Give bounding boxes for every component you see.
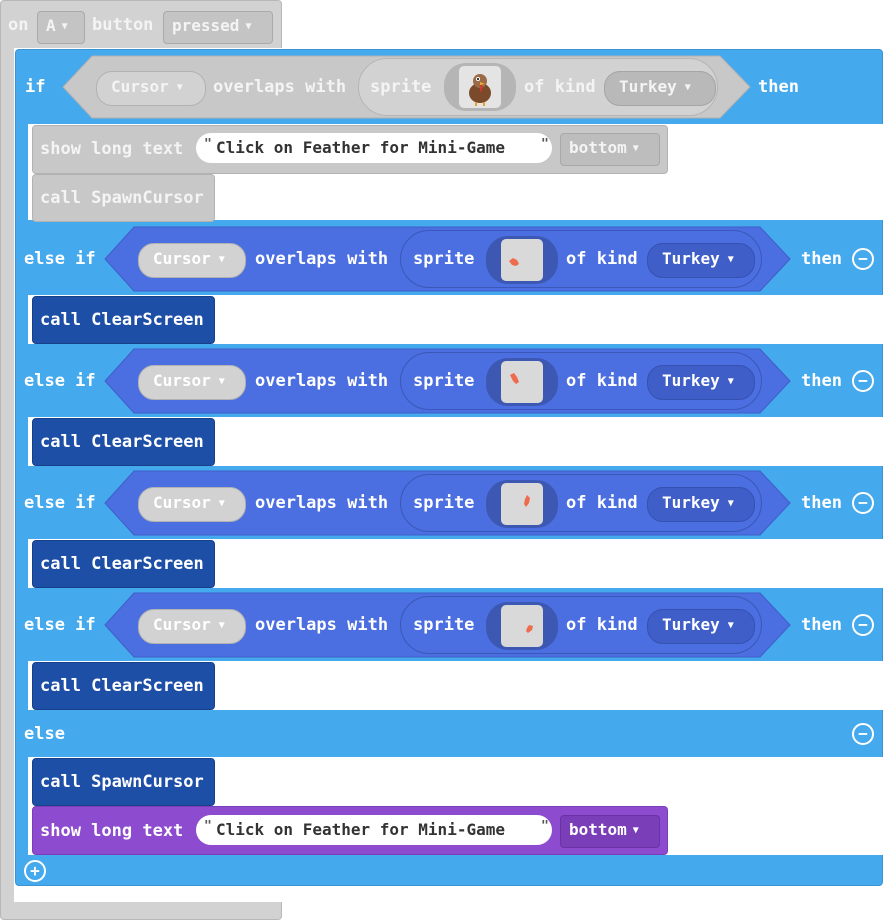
call-clear-screen-label: call ClearScreen (40, 554, 204, 574)
else-if-label: else if (24, 615, 96, 635)
show-long-text-value: Click on Feather for Mini-Game (216, 820, 505, 839)
if-then-label: then (758, 77, 799, 97)
action-dropdown-value: pressed (172, 16, 240, 35)
else-if-cursor-variable[interactable]: Cursor ▼ (138, 487, 246, 522)
else-if-kind-value: Turkey (662, 615, 720, 634)
chevron-down-icon: ▼ (176, 82, 183, 93)
else-if-kind-value: Turkey (662, 493, 720, 512)
disabled-position-dropdown[interactable]: bottom ▼ (560, 133, 660, 166)
else-if-kind-dropdown[interactable]: Turkey ▼ (647, 487, 755, 522)
else-if-of-kind-label: of kind (566, 493, 638, 513)
else-if-sprite-label: sprite (413, 249, 475, 269)
minus-circle-icon[interactable]: − (852, 723, 874, 745)
call-spawn-cursor-label: call SpawnCursor (40, 772, 204, 792)
show-long-text-string[interactable]: " Click on Feather for Mini-Game " (196, 815, 552, 845)
else-label: else (24, 724, 65, 744)
chevron-down-icon: ▼ (727, 376, 734, 387)
else-if-sprite-label: sprite (413, 371, 475, 391)
disabled-call-label: call SpawnCursor (40, 188, 204, 208)
minus-circle-icon[interactable]: − (852, 370, 874, 392)
else-if-of-kind-label: of kind (566, 371, 638, 391)
if-label: if (25, 77, 46, 97)
turkey-sprite-icon[interactable] (459, 66, 501, 108)
chevron-down-icon: ▼ (218, 498, 225, 509)
else-if-kind-dropdown[interactable]: Turkey ▼ (647, 609, 755, 644)
chevron-down-icon: ▼ (245, 21, 252, 32)
position-value: bottom (569, 820, 627, 839)
else-if-cursor-variable[interactable]: Cursor ▼ (138, 365, 246, 400)
button-dropdown[interactable]: A ▼ (37, 11, 85, 44)
if-kind-value: Turkey (619, 77, 677, 96)
if-kind-dropdown[interactable]: Turkey ▼ (604, 71, 716, 106)
chevron-down-icon: ▼ (632, 825, 639, 836)
else-if-cursor-name: Cursor (153, 493, 211, 512)
chevron-down-icon: ▼ (727, 498, 734, 509)
else-if-of-kind-label: of kind (566, 615, 638, 635)
disabled-show-text-value: Click on Feather for Mini-Game (216, 138, 505, 157)
disabled-show-text-label: show long text (40, 139, 184, 159)
else-if-sprite-label: sprite (413, 615, 475, 635)
else-if-of-kind-label: of kind (566, 249, 638, 269)
else-if-label: else if (24, 371, 96, 391)
action-dropdown[interactable]: pressed ▼ (163, 11, 273, 44)
if-sprite-label: sprite (370, 77, 432, 97)
button-dropdown-value: A (46, 16, 56, 35)
else-if-cursor-name: Cursor (153, 371, 211, 390)
chevron-down-icon: ▼ (727, 620, 734, 631)
else-if-sprite-label: sprite (413, 493, 475, 513)
else-if-overlaps-label: overlaps with (255, 615, 389, 635)
else-if-then-label: then (801, 249, 842, 269)
else-if-overlaps-label: overlaps with (255, 493, 389, 513)
event-button-label: button (92, 15, 154, 35)
if-cursor-name: Cursor (111, 77, 169, 96)
else-if-label: else if (24, 493, 96, 513)
else-if-then-label: then (801, 371, 842, 391)
else-if-cursor-variable[interactable]: Cursor ▼ (138, 609, 246, 644)
chevron-down-icon: ▼ (218, 620, 225, 631)
else-if-then-label: then (801, 493, 842, 513)
else-if-cursor-name: Cursor (153, 615, 211, 634)
chevron-down-icon: ▼ (632, 143, 639, 154)
else-if-kind-value: Turkey (662, 249, 720, 268)
chevron-down-icon: ▼ (727, 254, 734, 265)
chevron-down-icon: ▼ (684, 82, 691, 93)
disabled-show-text-string[interactable]: " Click on Feather for Mini-Game " (196, 133, 552, 163)
else-if-kind-dropdown[interactable]: Turkey ▼ (647, 365, 755, 400)
quote-close: " (541, 137, 549, 152)
call-clear-screen-label: call ClearScreen (40, 676, 204, 696)
show-long-text-label: show long text (40, 821, 184, 841)
event-on-label: on (8, 15, 29, 35)
else-if-kind-dropdown[interactable]: Turkey ▼ (647, 243, 755, 278)
quote-open: " (204, 137, 212, 152)
call-clear-screen-label: call ClearScreen (40, 310, 204, 330)
disabled-position-value: bottom (569, 138, 627, 157)
else-if-overlaps-label: overlaps with (255, 371, 389, 391)
quote-close: " (541, 819, 549, 834)
minus-circle-icon[interactable]: − (852, 614, 874, 636)
if-cursor-variable[interactable]: Cursor ▼ (96, 71, 206, 106)
call-clear-screen-label: call ClearScreen (40, 432, 204, 452)
minus-circle-icon[interactable]: − (852, 248, 874, 270)
else-if-then-label: then (801, 615, 842, 635)
else-if-label: else if (24, 249, 96, 269)
feather-sprite-icon[interactable] (501, 239, 543, 281)
chevron-down-icon: ▼ (61, 21, 68, 32)
else-if-overlaps-label: overlaps with (255, 249, 389, 269)
position-dropdown[interactable]: bottom ▼ (560, 815, 660, 848)
if-overlaps-label: overlaps with (213, 77, 347, 97)
else-if-kind-value: Turkey (662, 371, 720, 390)
chevron-down-icon: ▼ (218, 376, 225, 387)
feather-sprite-icon[interactable] (501, 605, 543, 647)
else-if-cursor-name: Cursor (153, 249, 211, 268)
chevron-down-icon: ▼ (218, 254, 225, 265)
quote-open: " (204, 819, 212, 834)
plus-circle-icon[interactable]: + (24, 860, 46, 882)
feather-sprite-icon[interactable] (501, 361, 543, 403)
if-of-kind-label: of kind (524, 77, 596, 97)
minus-circle-icon[interactable]: − (852, 492, 874, 514)
else-if-cursor-variable[interactable]: Cursor ▼ (138, 243, 246, 278)
feather-sprite-icon[interactable] (501, 483, 543, 525)
